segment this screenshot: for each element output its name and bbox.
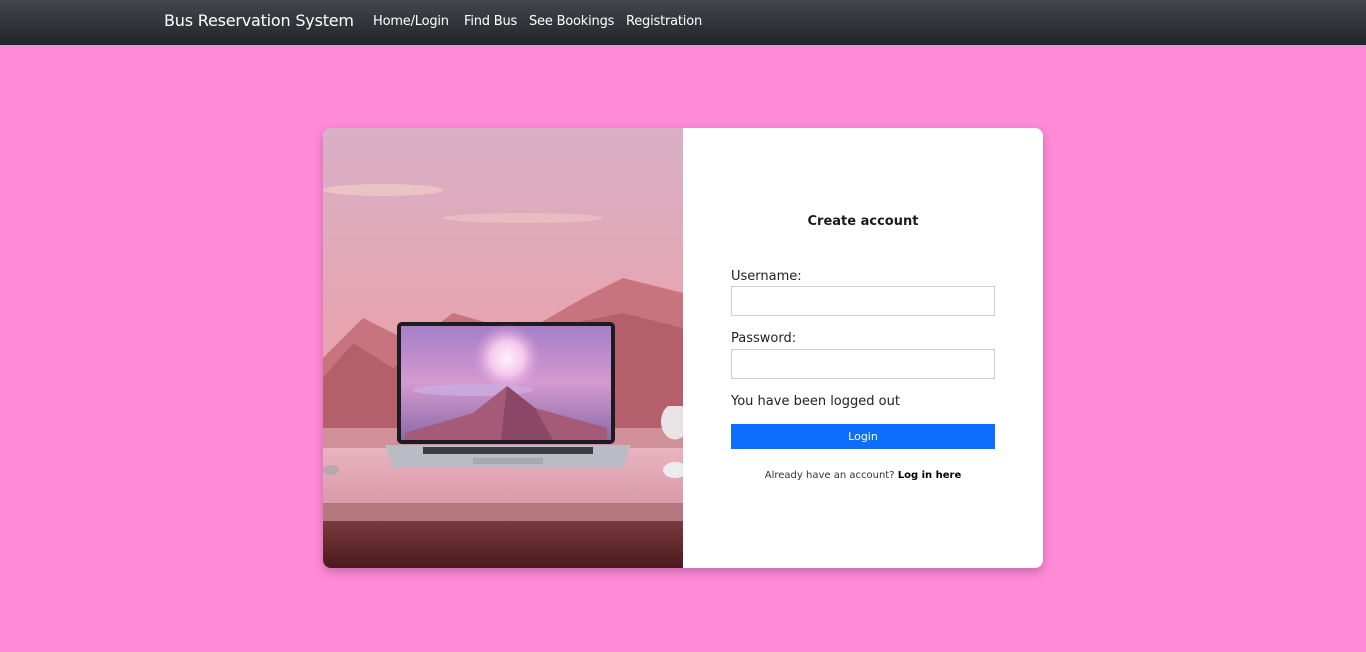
- hero-image: [323, 128, 683, 568]
- username-input[interactable]: [731, 286, 995, 316]
- password-label: Password:: [731, 331, 797, 346]
- already-have-account: Already have an account? Log in here: [683, 470, 1043, 481]
- login-button[interactable]: Login: [731, 424, 995, 449]
- login-link[interactable]: Log in here: [898, 470, 962, 481]
- form-title: Create account: [807, 214, 919, 229]
- login-form: Create account Username: Password: You h…: [683, 128, 1043, 568]
- nav-link-registration[interactable]: Registration: [626, 14, 702, 29]
- username-label: Username:: [731, 269, 802, 284]
- logout-status-message: You have been logged out: [731, 394, 900, 409]
- navbar-brand[interactable]: Bus Reservation System: [164, 11, 354, 30]
- password-input[interactable]: [731, 349, 995, 379]
- top-navbar: Bus Reservation System Home/Login Find B…: [0, 0, 1366, 45]
- nav-link-find-bus[interactable]: Find Bus: [464, 14, 517, 29]
- nav-link-see-bookings[interactable]: See Bookings: [529, 14, 614, 29]
- already-text: Already have an account?: [764, 470, 895, 481]
- nav-link-home-login[interactable]: Home/Login: [373, 14, 449, 29]
- login-card: Create account Username: Password: You h…: [323, 128, 1043, 568]
